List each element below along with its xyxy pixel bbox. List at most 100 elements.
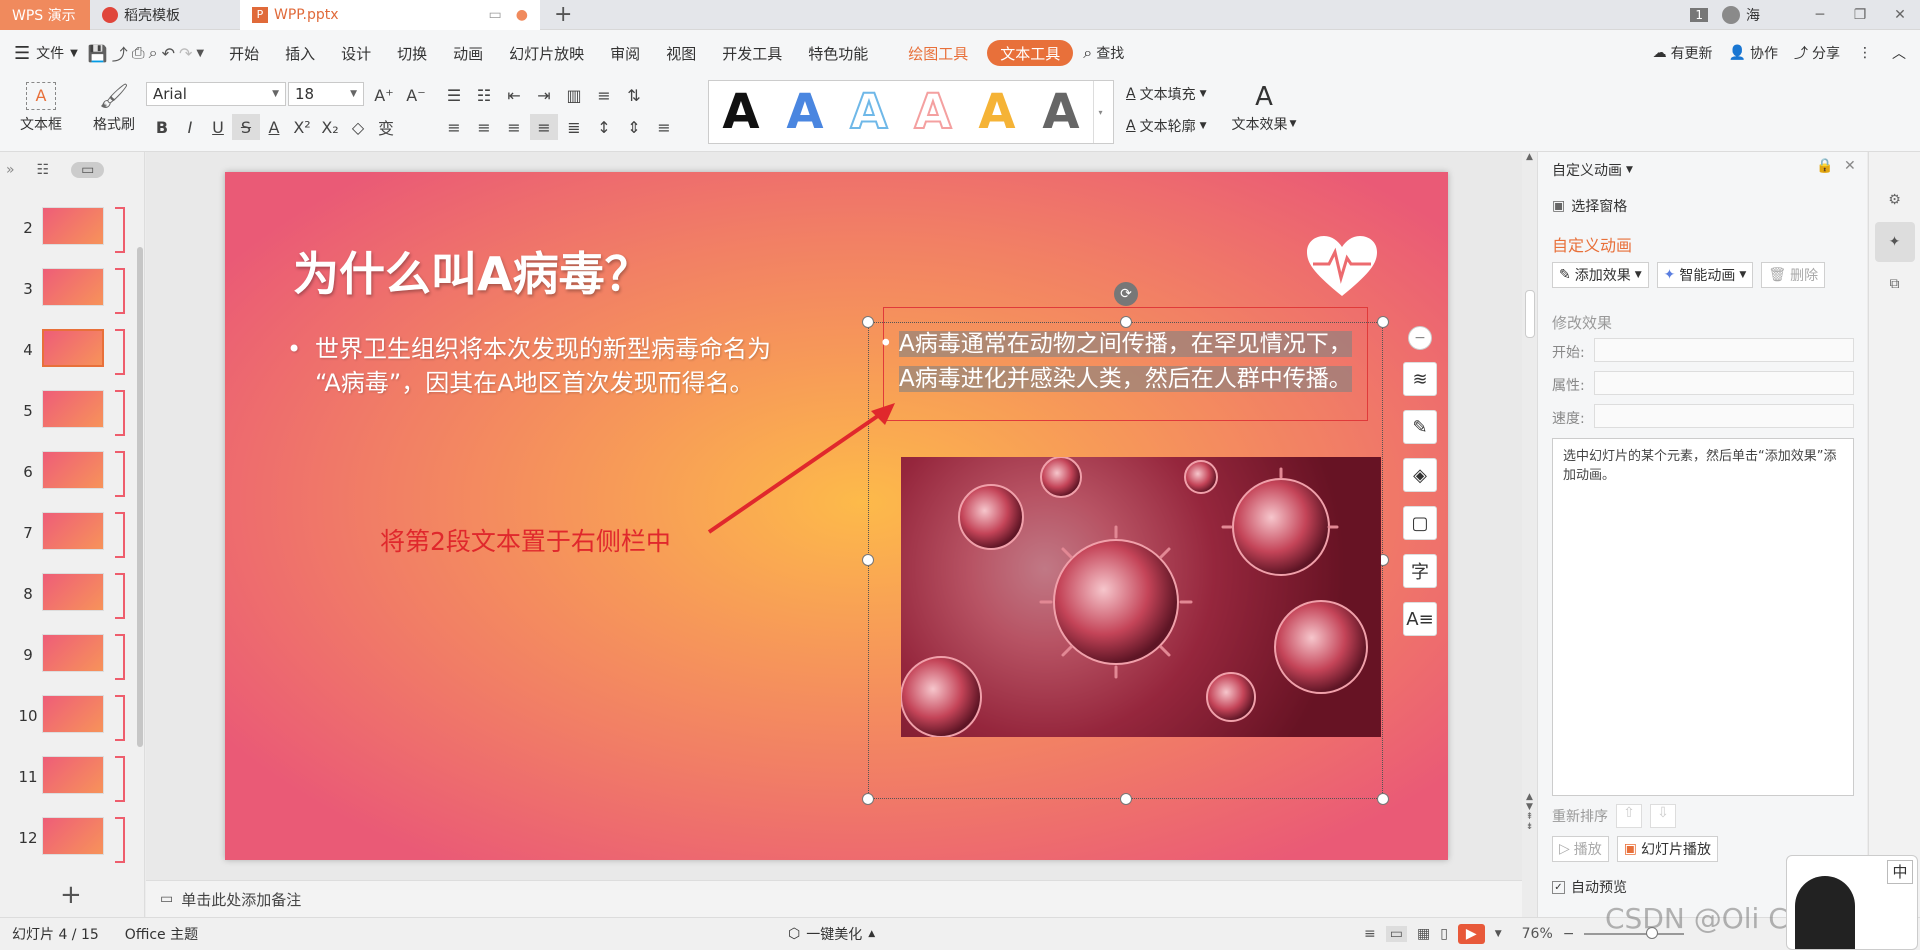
menu-developer[interactable]: 开发工具 xyxy=(709,38,795,68)
canvas-vertical-scrollbar[interactable]: ▲ ▲ ▼ ⇞ ⇟ xyxy=(1522,152,1537,917)
textbox-button[interactable]: A 文本框 xyxy=(10,82,72,134)
slide-thumbnail[interactable]: 9 xyxy=(0,634,125,684)
prev-slide-icon[interactable]: ▲ ▼ ⇞ ⇟ xyxy=(1522,792,1537,832)
animation-list[interactable]: 选中幻灯片的某个元素，然后单击“添加效果”添加动画。 xyxy=(1552,438,1854,796)
minimize-icon[interactable]: ─ xyxy=(1800,7,1840,23)
close-icon[interactable]: ✕ xyxy=(1880,7,1920,23)
play-button[interactable]: ▷ 播放 xyxy=(1552,836,1609,862)
menu-view[interactable]: 视图 xyxy=(653,38,709,68)
preview-icon[interactable]: ⌕ xyxy=(149,43,158,63)
spacing-more-icon[interactable]: ≡ xyxy=(650,114,678,140)
fill-bucket-icon[interactable]: ◈ xyxy=(1403,458,1437,492)
text-format-icon[interactable]: 字 xyxy=(1403,554,1437,588)
restore-icon[interactable]: ❐ xyxy=(1840,7,1880,23)
line-style-icon[interactable]: ≡ xyxy=(590,82,618,108)
monitor-icon[interactable]: ▭ xyxy=(489,7,502,23)
zoom-out-icon[interactable]: − xyxy=(1563,926,1575,942)
auto-preview-checkbox[interactable]: ✓ 自动预览 xyxy=(1552,877,1627,897)
subscript-icon[interactable]: X₂ xyxy=(316,114,344,140)
text-align-icon[interactable]: A≡ xyxy=(1403,602,1437,636)
collapse-ribbon-icon[interactable]: ︿ xyxy=(1892,43,1906,63)
resize-handle[interactable] xyxy=(1120,793,1132,805)
smart-animation-button[interactable]: ✦ 智能动画 ▼ xyxy=(1656,262,1754,288)
bullet-2[interactable]: • A病毒通常在动物之间传播，在罕见情况下， A病毒进化并感染人类，然后在人群中… xyxy=(879,327,1379,397)
panel-close-icon[interactable]: ✕ xyxy=(1844,158,1856,174)
more-vertical-icon[interactable]: ⋮ xyxy=(1858,45,1872,61)
slide-thumbnail[interactable]: 2 xyxy=(0,207,125,257)
align-center-icon[interactable]: ≡ xyxy=(470,114,498,140)
slide-thumbnail[interactable]: 4 xyxy=(0,329,125,379)
select-pane-button[interactable]: ▣ 选择窗格 xyxy=(1552,196,1627,216)
outline-view-icon[interactable]: ☷ xyxy=(37,162,50,178)
menu-drawing-tools[interactable]: 绘图工具 xyxy=(895,38,981,68)
justify-icon[interactable]: ≡ xyxy=(530,114,558,140)
settings-sliders-icon[interactable]: ⚙ xyxy=(1880,192,1910,208)
text-style-1[interactable]: A xyxy=(709,82,773,142)
play-slideshow-icon[interactable]: ▶ xyxy=(1457,924,1485,944)
print-icon[interactable]: ⎙ xyxy=(132,43,145,63)
slide-thumbnail[interactable]: 5 xyxy=(0,390,125,440)
add-effect-button[interactable]: ✎ 添加效果 ▼ xyxy=(1552,262,1649,288)
line-spacing-icon[interactable]: ↕ xyxy=(590,114,618,140)
slide-thumbnail[interactable]: 3 xyxy=(0,268,125,318)
undo-icon[interactable]: ↶ xyxy=(162,44,175,63)
tab-template[interactable]: 稻壳模板 xyxy=(90,0,240,30)
superscript-icon[interactable]: X² xyxy=(288,114,316,140)
zoom-level[interactable]: 76% xyxy=(1522,926,1553,942)
text-style-5[interactable]: A xyxy=(965,82,1029,142)
user-name[interactable]: 海 xyxy=(1746,5,1760,25)
notes-bar[interactable]: ▭ 单击此处添加备注 xyxy=(146,880,1522,917)
menu-text-tools[interactable]: 文本工具 xyxy=(987,40,1074,66)
property-select[interactable] xyxy=(1594,371,1854,395)
slide-title[interactable]: 为什么叫A病毒？ xyxy=(293,238,651,304)
chevron-down-icon[interactable]: ▼ xyxy=(1495,929,1502,939)
panel-title-dropdown[interactable]: 自定义动画 ▼ xyxy=(1552,160,1633,180)
tab-app[interactable]: WPS 演示 xyxy=(0,0,90,30)
shrink-font-icon[interactable]: A⁻ xyxy=(402,82,430,108)
ime-icon[interactable]: 中 xyxy=(1887,860,1913,884)
gallery-expand-icon[interactable]: ▾ xyxy=(1093,81,1107,143)
text-direction-icon[interactable]: ⇅ xyxy=(620,82,648,108)
beautify-button[interactable]: ⬡ 一键美化 ▲ xyxy=(788,924,875,944)
menu-animation[interactable]: 动画 xyxy=(440,38,496,68)
more-icon[interactable]: ▼ xyxy=(196,48,204,59)
font-color-icon[interactable]: A xyxy=(260,114,288,140)
thumbnail-scrollbar[interactable] xyxy=(137,247,143,747)
tab-file[interactable]: P WPP.pptx ▭ ● xyxy=(240,0,540,30)
start-select[interactable] xyxy=(1594,338,1854,362)
save-icon[interactable]: 💾 xyxy=(88,44,108,63)
italic-icon[interactable]: I xyxy=(176,114,204,140)
slide[interactable]: 为什么叫A病毒？ • 世界卫生组织将本次发现的新型病毒命名为 “A病毒”，因其在… xyxy=(225,172,1448,860)
speed-select[interactable] xyxy=(1594,404,1854,428)
notes-toggle-icon[interactable]: ≡ xyxy=(1364,926,1376,942)
pen-icon[interactable]: ✎ xyxy=(1403,410,1437,444)
bullet-list-icon[interactable]: ☰ xyxy=(440,82,468,108)
increase-indent-icon[interactable]: ⇥ xyxy=(530,82,558,108)
resize-handle[interactable] xyxy=(862,554,874,566)
distribute-icon[interactable]: ≣ xyxy=(560,114,588,140)
animation-icon[interactable]: ✦ xyxy=(1874,222,1915,262)
virus-image[interactable] xyxy=(901,457,1381,737)
mascot-widget[interactable]: 中 xyxy=(1786,855,1918,950)
bullet-1[interactable]: • 世界卫生组织将本次发现的新型病毒命名为 “A病毒”，因其在A地区首次发现而得… xyxy=(287,332,795,400)
search-button[interactable]: ⌕ 查找 xyxy=(1083,43,1124,63)
update-button[interactable]: ☁ 有更新 xyxy=(1653,43,1713,63)
menu-review[interactable]: 审阅 xyxy=(597,38,653,68)
text-style-4[interactable]: A xyxy=(901,82,965,142)
move-down-icon[interactable]: ⇩ xyxy=(1650,804,1676,828)
columns-icon[interactable]: ▥ xyxy=(560,82,588,108)
slide-thumbnail[interactable]: 6 xyxy=(0,451,125,501)
menu-features[interactable]: 特色功能 xyxy=(795,38,881,68)
reading-view-icon[interactable]: ▯ xyxy=(1440,926,1448,942)
font-family-select[interactable]: Arial ▼ xyxy=(146,82,286,106)
scroll-up-icon[interactable]: ▲ xyxy=(1522,152,1537,162)
collab-button[interactable]: 👤 协作 xyxy=(1729,43,1778,63)
phonetic-icon[interactable]: 变 xyxy=(372,114,400,140)
slideshow-button[interactable]: ▣ 幻灯片播放 xyxy=(1616,836,1719,862)
menu-home[interactable]: 开始 xyxy=(216,38,272,68)
slide-thumbnail[interactable]: 11 xyxy=(0,756,125,806)
grow-font-icon[interactable]: A⁺ xyxy=(370,82,398,108)
align-right-icon[interactable]: ≡ xyxy=(500,114,528,140)
slide-thumbnail[interactable]: 7 xyxy=(0,512,125,562)
text-style-3[interactable]: A xyxy=(837,82,901,142)
